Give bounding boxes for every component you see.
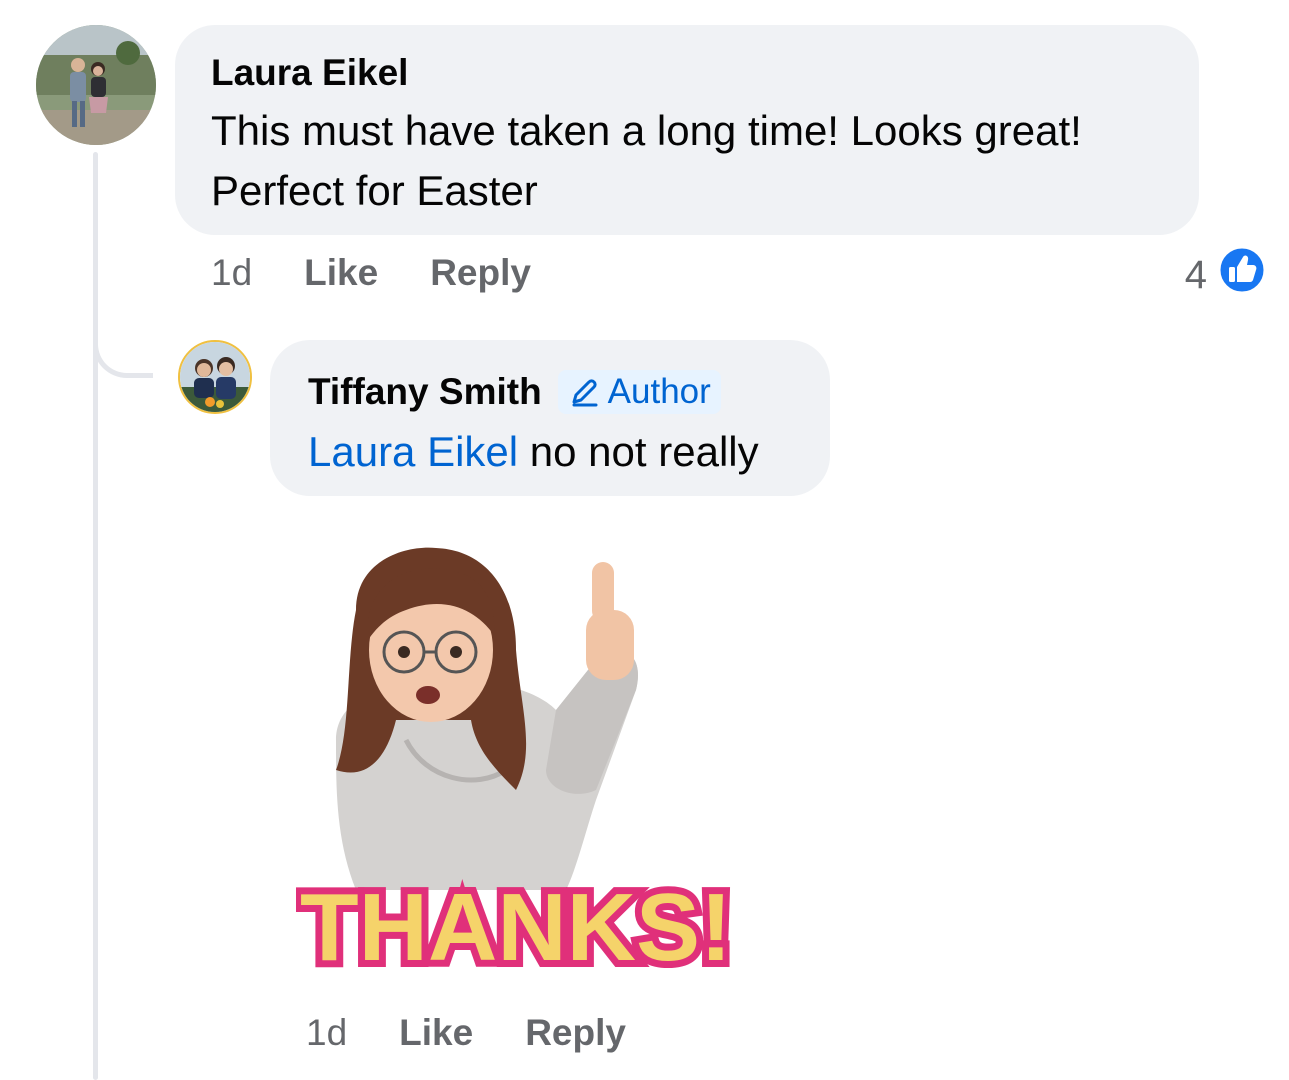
reply-bubble: Tiffany Smith Author Laura Eikel no not … (270, 340, 830, 496)
pencil-icon (572, 379, 598, 407)
avatar[interactable] (178, 340, 252, 414)
sticker-thanks-text: THANKS! (300, 874, 732, 981)
reply-branch-line (93, 320, 153, 378)
comment-timestamp[interactable]: 1d (211, 252, 252, 294)
like-button[interactable]: Like (399, 1012, 473, 1054)
like-reaction-icon (1217, 245, 1267, 305)
reply-header: Tiffany Smith Author (308, 370, 792, 414)
comment-text-line-2: Perfect for Easter (211, 167, 538, 214)
reply-actions: 1d Like Reply (306, 1012, 678, 1054)
avatar-sticker-image: THANKS! (293, 547, 739, 988)
author-badge-label: Author (607, 372, 711, 411)
reaction-count: 4 (1184, 252, 1207, 297)
reply-text-body: no not really (518, 428, 759, 475)
reply-text: Laura Eikel no not really (308, 422, 792, 482)
reply-button[interactable]: Reply (430, 252, 531, 294)
author-badge: Author (557, 370, 721, 414)
comment-author-name[interactable]: Laura Eikel (211, 51, 1163, 95)
comment-bubble: Laura Eikel This must have taken a long … (175, 25, 1199, 235)
thanks-sticker[interactable]: THANKS! (293, 540, 739, 1000)
reaction-summary[interactable]: 4 (1185, 245, 1267, 305)
comment-actions: 1d Like Reply (211, 252, 583, 294)
profile-photo-icon (180, 342, 250, 412)
thread-connector-line (93, 152, 98, 1080)
like-button[interactable]: Like (304, 252, 378, 294)
avatar[interactable] (36, 25, 156, 145)
reply-author-name[interactable]: Tiffany Smith (308, 370, 542, 414)
mention-link[interactable]: Laura Eikel (308, 428, 518, 475)
profile-photo-icon (36, 25, 156, 145)
comment-text-line-1: This must have taken a long time! Looks … (211, 107, 1082, 154)
reply-timestamp[interactable]: 1d (306, 1012, 347, 1054)
reply-button[interactable]: Reply (525, 1012, 626, 1054)
